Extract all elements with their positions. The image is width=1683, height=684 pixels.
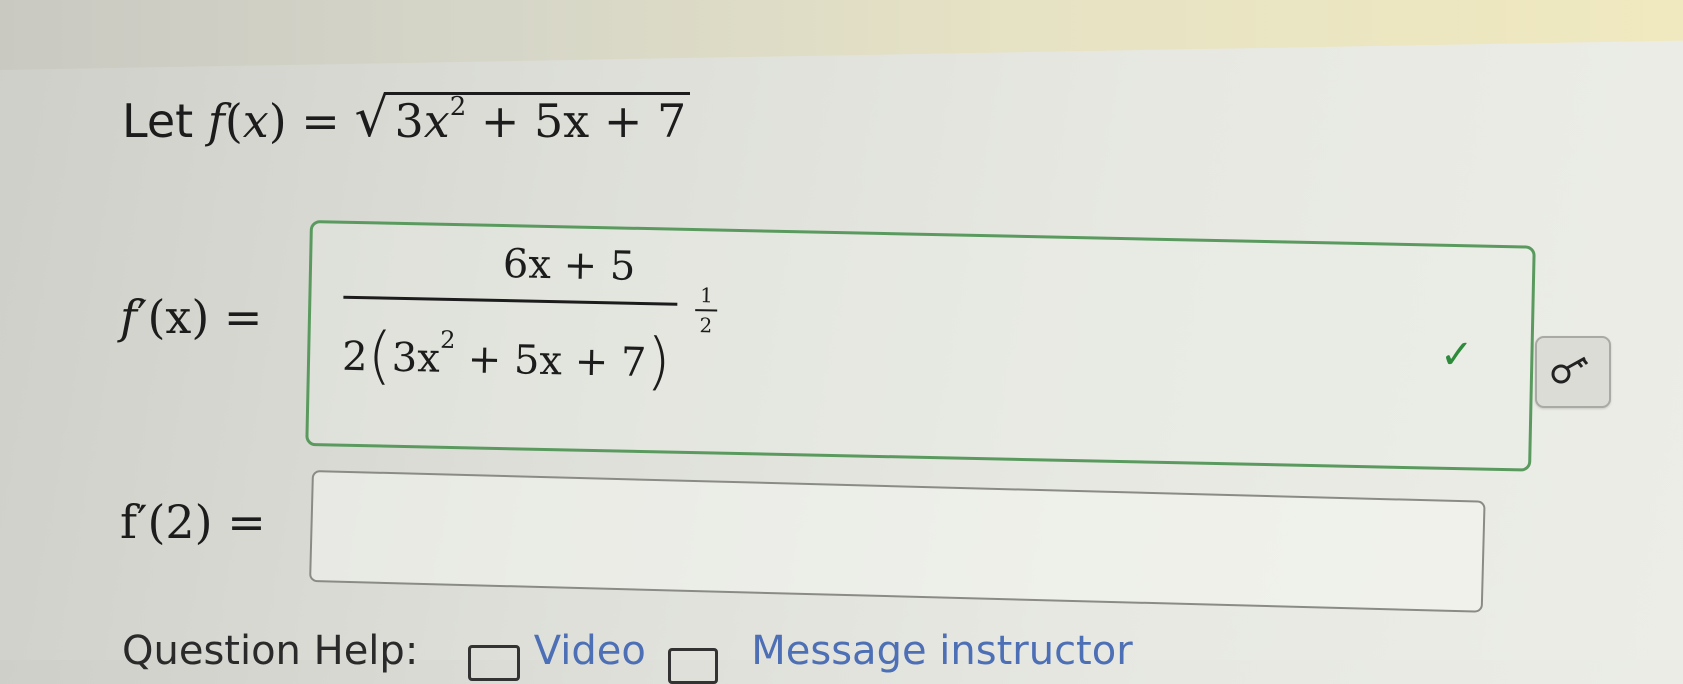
question-help-label: Question Help: — [122, 628, 419, 674]
radical: √ 3x2 + 5x + 7 — [354, 86, 691, 149]
sqrt-icon: √ — [354, 86, 389, 149]
video-link[interactable]: Video — [534, 628, 646, 674]
radicand-exponent: 2 — [449, 92, 467, 122]
derivative-answer-field[interactable]: 6x + 5 2(3x2 + 5x + 7) 1 2 — [305, 220, 1536, 472]
radicand-lead: 3 — [394, 94, 424, 148]
header-band — [0, 0, 1683, 71]
radical-vinculum — [384, 92, 691, 95]
key-icon — [1551, 356, 1589, 384]
fraction-bar — [343, 295, 678, 306]
checkmark-icon: ✓ — [1440, 332, 1474, 378]
function-name: f — [207, 94, 225, 148]
evaluate-label: f′(2) = — [120, 495, 266, 549]
function-variable: x — [242, 94, 269, 148]
message-instructor-link[interactable]: Message instructor — [751, 628, 1132, 674]
problem-statement: Let f(x) = √ 3x2 + 5x + 7 — [122, 86, 691, 149]
fraction-exponent: 1 2 — [695, 283, 718, 337]
mail-icon[interactable] — [668, 648, 718, 684]
let-word: Let — [122, 94, 194, 148]
derivative-label: f′(x) = — [120, 290, 263, 344]
question-help: Question Help: Video Message instructor — [122, 628, 1133, 674]
radicand-tail: + 5x + 7 — [466, 94, 687, 148]
video-icon[interactable] — [468, 645, 520, 681]
fraction-denominator: 2(3x2 + 5x + 7) — [341, 318, 672, 398]
key-button[interactable] — [1535, 336, 1611, 408]
evaluate-answer-input[interactable] — [309, 470, 1486, 613]
fraction-numerator: 6x + 5 — [502, 241, 636, 290]
